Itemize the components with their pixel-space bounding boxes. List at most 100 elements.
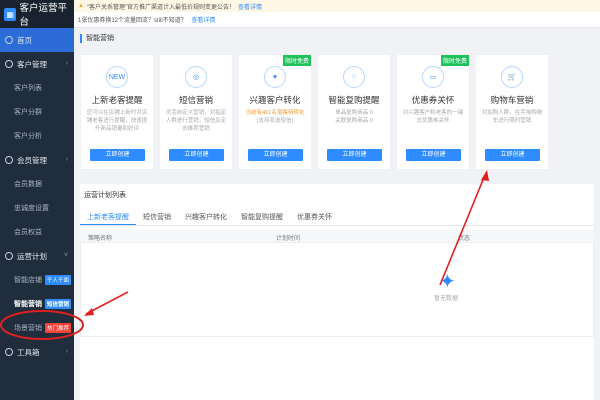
card-cart-marketing: 🛒 购物车营销 对加购人群，在手淘购物车进行限时营销 立即创建 xyxy=(475,54,549,170)
notice-text: 1张优惠券换12个流量回流？still不知道？ xyxy=(78,18,187,24)
create-button[interactable]: 立即创建 xyxy=(248,149,303,161)
sidebar-item-label: 运营计划 xyxy=(17,251,47,261)
app-logo[interactable]: ▦ 客户运营平台 xyxy=(0,0,74,28)
card-desc-line: 关联复购商品 0 xyxy=(335,118,373,124)
tab-sms-marketing[interactable]: 短信营销 xyxy=(136,210,178,225)
sidebar-item-scene-marketing[interactable]: 场景营销 热门推荐 xyxy=(0,316,74,340)
sidebar-item-loyalty[interactable]: 忠诚度设置 xyxy=(0,196,74,220)
empty-data-icon: ✦ xyxy=(439,271,456,293)
bell-icon: ♢ xyxy=(343,66,365,88)
plan-tabs: 上新老客提醒 短信营销 兴趣客户转化 智能复购提醒 优惠券关怀 xyxy=(80,210,594,226)
sidebar-item-label: 客户管理 xyxy=(17,59,47,69)
plan-icon xyxy=(5,252,13,260)
card-coupon-care: 限时免费 ▭ 优惠券关怀 对兴趣客户和老客的一键式优惠券关怀 立即创建 xyxy=(396,54,470,170)
card-desc: 单品复购商品 0 关联复购商品 0 xyxy=(318,109,390,133)
column-header: 计划时间 xyxy=(276,236,301,242)
card-desc: 灵活自定义营销，对指定人群进行营销，短信及定向推荐营销 xyxy=(165,110,227,132)
coupon-icon: ▭ xyxy=(422,66,444,88)
section-title: 运营计划列表 xyxy=(84,192,126,199)
card-desc: 对兴趣客户和老客的一键式优惠券关怀 xyxy=(402,110,464,124)
card-title: 兴趣客户转化 xyxy=(249,95,301,105)
create-button[interactable]: 立即创建 xyxy=(485,149,540,161)
card-new-product-reminder: NEW 上新老客提醒 您可以在店铺上新时对店铺老客进行提醒，快速提升新品销量和好… xyxy=(80,54,154,170)
sidebar-item-smart-marketing[interactable]: 智能营销 短信营销 xyxy=(0,292,74,316)
tag-badge: 热门推荐 xyxy=(45,323,72,333)
sidebar-item-label: 智能营销 xyxy=(14,301,42,308)
card-desc: 当前有461名潜客待转化 (支持发送短信) xyxy=(239,109,311,133)
empty-text: 暂无数据 xyxy=(434,296,459,302)
card-smart-repurchase: ♢ 智能复购提醒 单品复购商品 0 关联复购商品 0 立即创建 xyxy=(317,54,391,170)
column-header: 状态 xyxy=(458,236,471,242)
member-icon xyxy=(5,156,13,164)
create-button[interactable]: 立即创建 xyxy=(169,149,224,161)
card-sms-marketing: ◎ 短信营销 灵活自定义营销，对指定人群进行营销，短信及定向推荐营销 立即创建 xyxy=(159,54,233,170)
sidebar-item-ops-plan[interactable]: 运营计划 ˅ xyxy=(0,244,74,268)
sidebar-item-home[interactable]: 首页 xyxy=(0,28,74,52)
sidebar-item-label: 智能店铺 xyxy=(14,277,42,284)
sms-icon: ◎ xyxy=(185,66,207,88)
tag-badge: 千人千面 xyxy=(45,275,72,285)
sidebar-item-member-data[interactable]: 会员数据 xyxy=(0,172,74,196)
sidebar-item-customer-list[interactable]: 客户列表 xyxy=(0,76,74,100)
sidebar-item-customer-analysis[interactable]: 客户分析 xyxy=(0,124,74,148)
section-title: 智能营销 xyxy=(80,34,594,43)
warning-icon: ▲ xyxy=(78,3,84,9)
card-title: 上新老客提醒 xyxy=(91,95,143,105)
card-interest-conversion: 限时免费 ♥ 兴趣客户转化 当前有461名潜客待转化 (支持发送短信) 立即创建 xyxy=(238,54,312,170)
limited-free-badge: 限时免费 xyxy=(282,55,311,66)
sidebar-item-label: 场景营销 xyxy=(14,325,42,332)
card-desc-line: 单品复购商品 0 xyxy=(335,110,373,116)
notice-text: “客户关系管理”官方推广渠道计入最低价规则变更公告！ xyxy=(86,4,235,11)
sidebar-item-customer-mgmt[interactable]: 客户管理 › xyxy=(0,52,74,76)
toolbox-icon xyxy=(5,348,13,356)
create-button[interactable]: 立即创建 xyxy=(327,149,382,161)
limited-free-badge: 限时免费 xyxy=(440,55,469,66)
sidebar-item-label: 工具箱 xyxy=(17,347,40,357)
sidebar-item-member-benefits[interactable]: 会员权益 xyxy=(0,220,74,244)
card-desc: 对加购人群，在手淘购物车进行限时营销 xyxy=(481,110,543,124)
column-header: 策略名称 xyxy=(88,236,113,242)
app-title: 客户运营平台 xyxy=(19,3,67,28)
chevron-down-icon: ˅ xyxy=(63,252,68,259)
home-icon xyxy=(5,36,13,44)
card-title: 购物车营销 xyxy=(490,95,534,105)
card-desc-line: (支持发送短信) xyxy=(256,118,294,124)
sidebar-item-toolbox[interactable]: 工具箱 › xyxy=(0,340,74,364)
create-button[interactable]: 立即创建 xyxy=(90,149,145,161)
sidebar-item-smart-shop[interactable]: 智能店铺 千人千面 xyxy=(0,268,74,292)
chevron-right-icon: › xyxy=(65,348,68,355)
cart-icon: 🛒 xyxy=(501,66,523,88)
card-desc-line: 当前有461名潜客待转化 xyxy=(245,110,305,116)
notice-line-2: 1张优惠券换12个流量回流？still不知道？ 查看详情 xyxy=(78,15,215,24)
tag-badge: 短信营销 xyxy=(45,299,72,309)
notice-link[interactable]: 查看详情 xyxy=(191,18,215,24)
ops-plan-section: 运营计划列表 上新老客提醒 短信营销 兴趣客户转化 智能复购提醒 优惠券关怀 策… xyxy=(80,184,594,400)
tab-coupon-care[interactable]: 优惠券关怀 xyxy=(290,210,339,225)
table-header: 策略名称 计划时间 状态 xyxy=(80,230,594,242)
user-icon xyxy=(5,60,13,68)
top-notice-bar: ▲ “客户关系管理”官方推广渠道计入最低价规则变更公告！ 查看详情 1张优惠券换… xyxy=(74,0,600,28)
tab-interest-conversion[interactable]: 兴趣客户转化 xyxy=(178,210,234,225)
tab-new-product-reminder[interactable]: 上新老客提醒 xyxy=(80,210,136,225)
card-desc: 您可以在店铺上新时对店铺老客进行提醒，快速提升新品销量和好评 xyxy=(86,110,148,132)
notice-link[interactable]: 查看详情 xyxy=(238,2,262,11)
smart-marketing-section: 智能营销 NEW 上新老客提醒 您可以在店铺上新时对店铺老客进行提醒，快速提升新… xyxy=(80,34,594,170)
empty-state: ✦ 暂无数据 xyxy=(80,242,594,337)
sidebar-item-label: 会员管理 xyxy=(17,155,47,165)
tab-smart-repurchase[interactable]: 智能复购提醒 xyxy=(234,210,290,225)
sidebar-item-customer-groups[interactable]: 客户分群 xyxy=(0,100,74,124)
card-title: 智能复购提醒 xyxy=(328,95,380,105)
sidebar-item-label: 首页 xyxy=(17,35,32,45)
marketing-cards: NEW 上新老客提醒 您可以在店铺上新时对店铺老客进行提醒，快速提升新品销量和好… xyxy=(80,54,554,170)
chevron-right-icon: › xyxy=(65,156,68,163)
new-icon: NEW xyxy=(106,66,128,88)
card-title: 优惠券关怀 xyxy=(411,95,455,105)
heart-icon: ♥ xyxy=(264,66,286,88)
app-logo-icon: ▦ xyxy=(4,7,17,21)
sidebar: ▦ 客户运营平台 首页 客户管理 › 客户列表 客户分群 客户分析 会员管理 ›… xyxy=(0,0,74,400)
notice-line-1: ▲ “客户关系管理”官方推广渠道计入最低价规则变更公告！ 查看详情 xyxy=(74,0,600,12)
chevron-right-icon: › xyxy=(65,60,68,67)
create-button[interactable]: 立即创建 xyxy=(406,149,461,161)
card-title: 短信营销 xyxy=(178,95,213,105)
sidebar-item-member-mgmt[interactable]: 会员管理 › xyxy=(0,148,74,172)
